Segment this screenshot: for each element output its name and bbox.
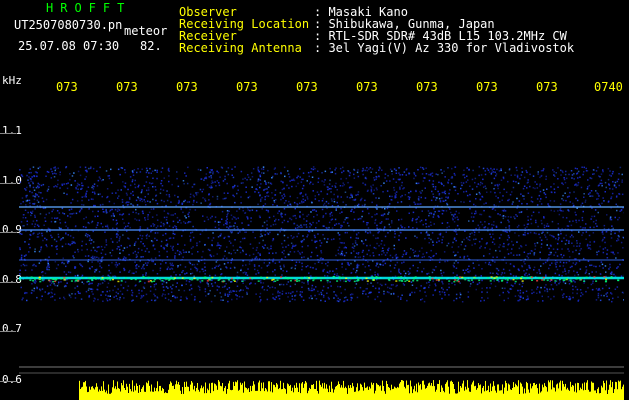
meteor-count: 82.: [140, 39, 162, 53]
time-tick: 073: [296, 80, 318, 94]
time-tick: 073: [356, 80, 378, 94]
time-tick: 0740: [594, 80, 623, 94]
freq-gridline: [0, 282, 16, 283]
antenna-label: Receiving Antenna: [179, 41, 302, 55]
file-name: UT2507080730.pn: [14, 18, 123, 32]
freq-unit-label: kHz: [2, 74, 22, 87]
time-tick: 073: [416, 80, 438, 94]
spectrogram-panel: [19, 166, 624, 400]
meteor-label: meteor: [124, 24, 168, 38]
spectrum-bars: [79, 380, 624, 400]
app-brand: HROFFT: [46, 1, 132, 15]
freq-gridline: [0, 183, 16, 184]
time-tick: 073: [176, 80, 198, 94]
freq-gridline: [0, 381, 16, 382]
time-tick: 073: [536, 80, 558, 94]
time-tick: 073: [116, 80, 138, 94]
freq-gridline: [0, 232, 16, 233]
date-time: 25.07.08 07:30: [18, 39, 120, 53]
time-tick: 073: [56, 80, 78, 94]
spectrogram-noise: [19, 166, 624, 303]
time-tick: 073: [476, 80, 498, 94]
freq-gridline: [0, 331, 16, 332]
antenna-value: : 3el Yagi(V) Az 330 for Vladivostok: [314, 41, 575, 55]
time-tick: 073: [236, 80, 258, 94]
freq-gridline: [0, 133, 16, 134]
